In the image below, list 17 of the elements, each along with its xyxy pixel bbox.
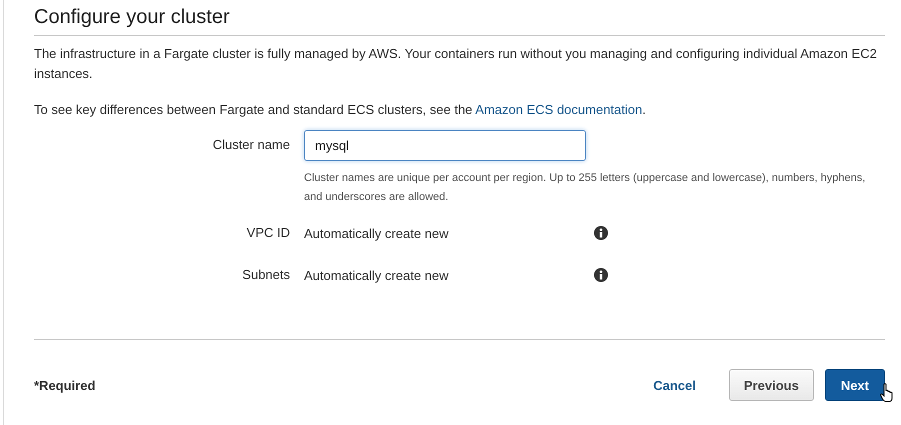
- intro-text: The infrastructure in a Fargate cluster is fully managed by AWS. Your containers run without you managing and configuring individual Amazon EC2 instances.: [34, 45, 878, 83]
- info-icon[interactable]: [594, 226, 608, 240]
- info-icon[interactable]: [594, 268, 608, 282]
- cluster-name-field[interactable]: mysql: [304, 130, 586, 161]
- page-title: Configure your cluster: [34, 6, 885, 36]
- field-value: Automatically create new: [304, 226, 450, 240]
- field-label: Subnets: [241, 266, 291, 284]
- docs-text: To see key differences between Fargate and standard ECS clusters, see the Amazon ECS documentation.: [34, 101, 647, 119]
- field-label: Cluster name: [212, 136, 291, 154]
- button[interactable]: Cancel: [639, 369, 710, 401]
- documentation-link[interactable]: Amazon ECS documentation: [475, 102, 642, 117]
- required-note: *Required: [34, 378, 96, 392]
- hand-cursor-icon: [880, 383, 894, 403]
- field-value: Automatically create new: [304, 268, 450, 282]
- field-label: VPC ID: [246, 224, 291, 242]
- help-text: Cluster names are unique per account per region. Up to 255 letters (uppercase and lowercase), numbers, hyphens, and underscores are allowed.: [304, 171, 866, 205]
- button[interactable]: Previous: [728, 369, 814, 401]
